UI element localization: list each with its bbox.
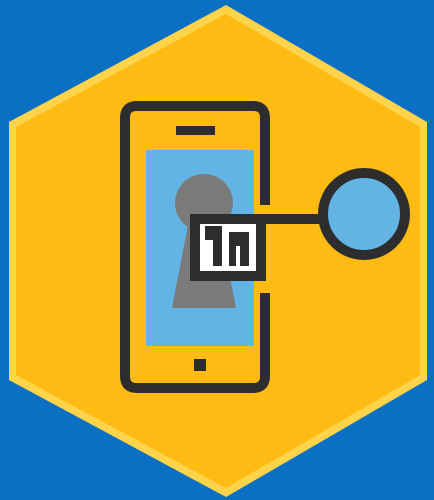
phone-speaker [176,126,215,135]
phone-home-button [194,359,206,371]
mobile-security-illustration [9,5,427,497]
key-head [318,168,410,260]
key-bit [190,214,266,281]
illustration-canvas [0,0,434,500]
